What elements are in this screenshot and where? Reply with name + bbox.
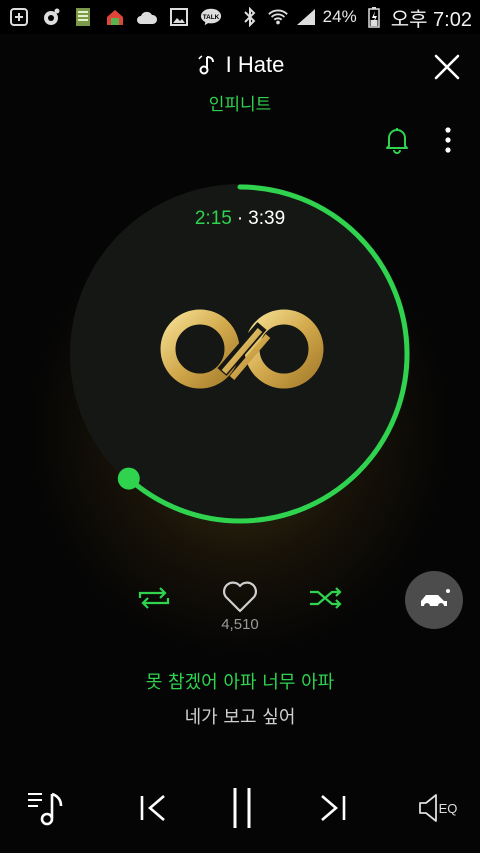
bluetooth-icon [239,7,261,27]
heart-icon [223,581,257,613]
repeat-button[interactable] [136,584,172,612]
lyric-current-line[interactable]: 못 참겠어 아파 너무 아파 [0,668,480,694]
previous-button[interactable] [134,786,174,830]
repeat-icon [138,587,170,609]
wifi-icon [267,7,289,27]
total-time: 3:39 [248,208,286,229]
next-button[interactable] [312,786,352,830]
car-icon [421,589,450,609]
playlist-button[interactable] [26,786,70,830]
more-options-button[interactable] [440,126,456,154]
time-separator: · [236,208,244,229]
song-title-row: I Hate [0,52,480,78]
music-notification-icon [40,7,62,27]
kakaotalk-icon: TALK [200,7,222,27]
battery-percent: 24% [322,7,357,26]
list-app-icon [72,7,94,27]
like-count: 4,510 [221,616,259,633]
eq-label: EQ [438,800,458,816]
elapsed-time: 2:15 [194,208,232,229]
add-icon [8,7,30,27]
signal-icon [295,7,317,27]
song-info-icon[interactable] [196,53,220,77]
status-bar: TALK 24% 오후 7:02 [0,0,480,34]
like-button[interactable] [221,580,259,614]
progress-knob[interactable] [117,467,140,490]
more-vertical-icon [445,127,451,153]
speaker-icon [418,794,437,822]
notification-button[interactable] [384,126,410,154]
bell-icon [386,128,408,154]
playlist-icon [28,792,63,826]
equalizer-button[interactable]: EQ [414,786,460,830]
close-button[interactable] [432,52,462,82]
battery-charging-icon [363,7,385,28]
clock: 오후 7:02 [390,8,472,31]
pause-icon [233,788,251,828]
previous-icon [140,795,165,821]
time-display: 2:15 · 3:39 [0,208,480,230]
cloud-icon [136,7,158,27]
close-icon [434,54,460,80]
next-icon [321,795,346,821]
shuffle-button[interactable] [308,584,344,612]
lyric-next-line[interactable]: 네가 보고 싶어 [0,703,480,729]
image-icon [168,7,190,27]
home-app-icon [104,7,126,27]
song-title: I Hate [225,52,285,77]
artist-name[interactable]: 인피니트 [0,90,480,115]
pause-button[interactable] [224,786,260,830]
shuffle-icon [310,587,342,609]
kakaotalk-label: TALK [203,14,220,21]
drive-mode-button[interactable] [405,571,463,629]
